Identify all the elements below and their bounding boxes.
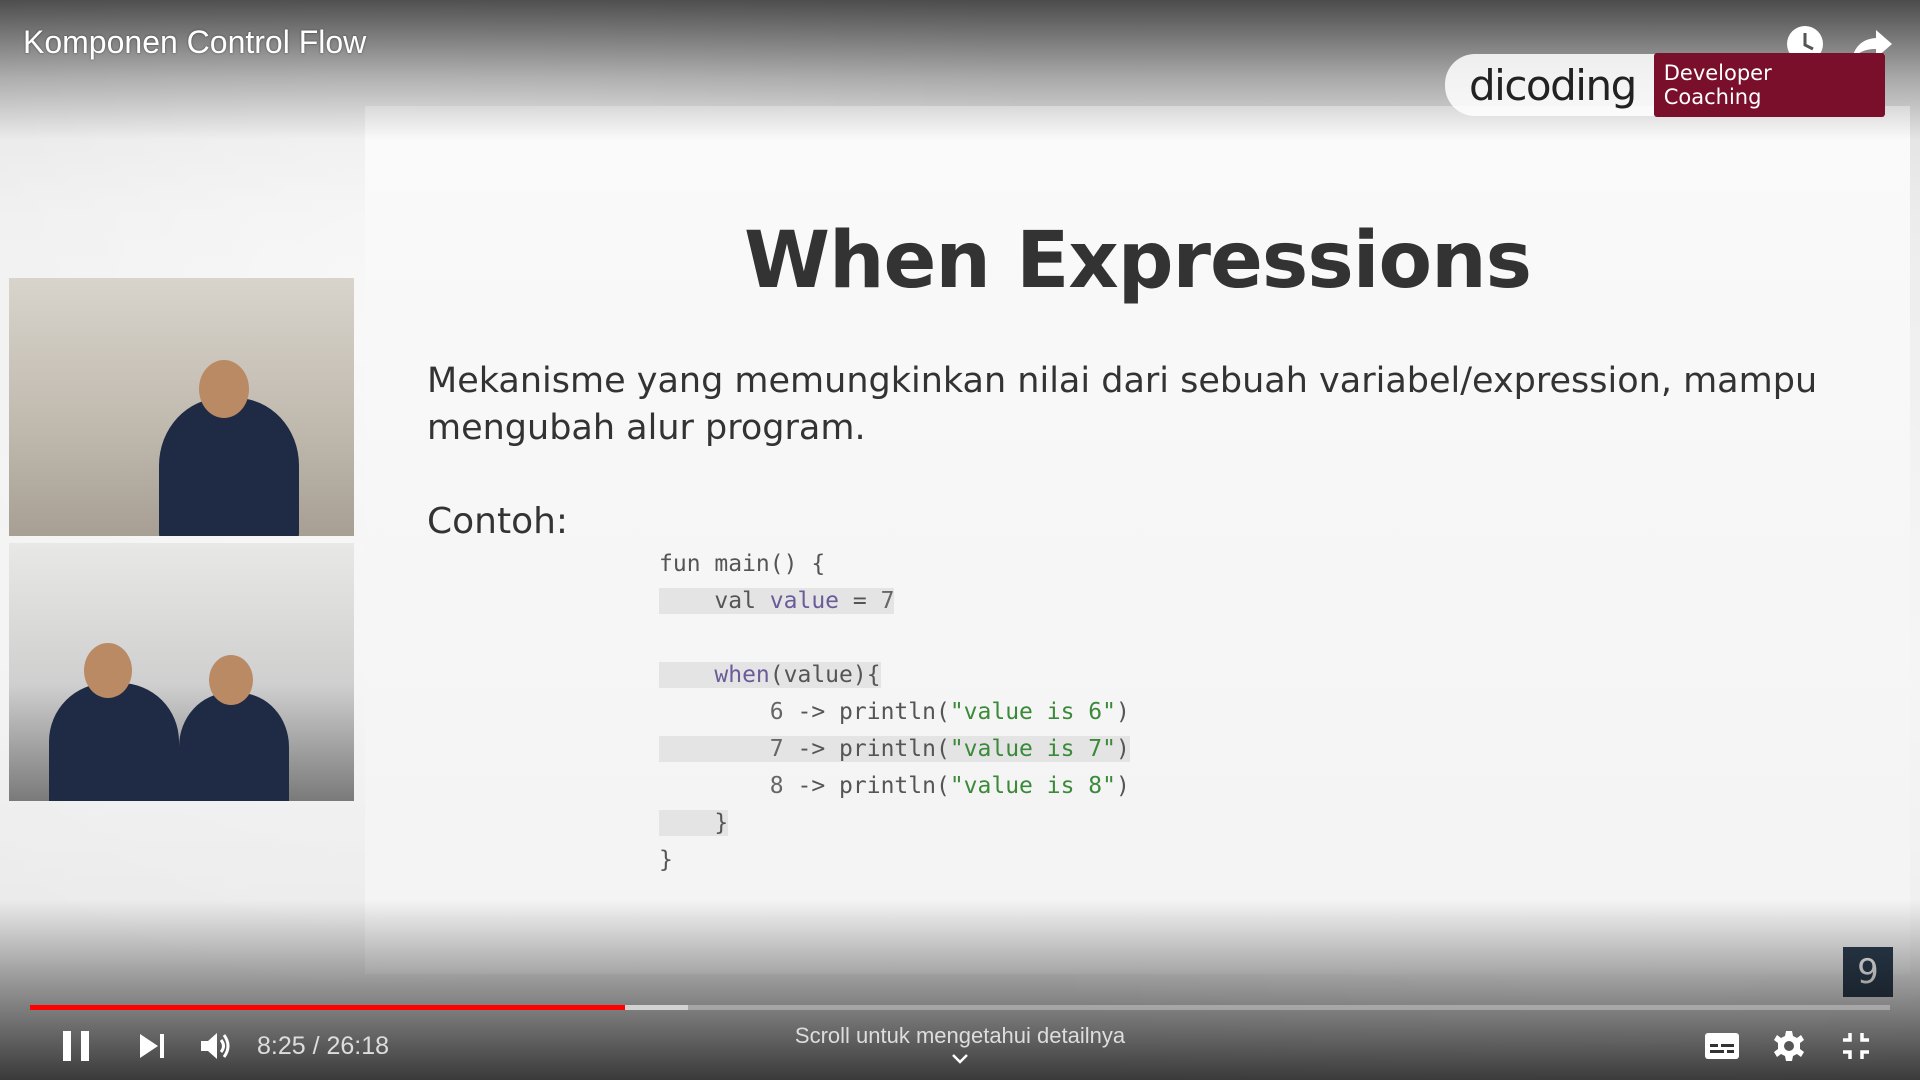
guests-camera-feed — [9, 543, 354, 801]
code-line: 7 -> println("value is 7") — [659, 731, 1130, 768]
slide-description: Mekanisme yang memungkinkan nilai dari s… — [427, 361, 1818, 448]
code-line: } — [659, 847, 673, 873]
code-line: 6 -> println("value is 6") — [769, 699, 1130, 725]
code-line: val value = 7 — [659, 583, 1130, 620]
presentation-slide: When Expressions Mekanisme yang memungki… — [365, 106, 1910, 974]
brand-badge: Developer Coaching — [1653, 53, 1885, 117]
code-block: fun main() { val value = 7 when(value){ … — [659, 546, 1130, 879]
slide-example-label: Contoh: — [427, 501, 569, 542]
brand-watermark: dicoding Developer Coaching — [1445, 53, 1885, 117]
subtitles-button[interactable] — [1700, 1026, 1744, 1066]
code-line: fun main() { — [659, 551, 826, 577]
video-frame[interactable]: When Expressions Mekanisme yang memungki… — [0, 0, 1920, 1080]
guest-head — [209, 655, 253, 705]
guest-head — [84, 643, 132, 698]
guest — [49, 683, 179, 801]
settings-button[interactable] — [1769, 1026, 1809, 1066]
chevron-down-icon[interactable] — [950, 1052, 970, 1071]
progress-played — [30, 1005, 626, 1010]
progress-bar[interactable] — [30, 1005, 1890, 1010]
brand-logo: dicoding — [1469, 60, 1637, 110]
code-line: } — [659, 810, 729, 836]
code-line: when(value){ — [659, 657, 1130, 694]
scroll-hint[interactable]: Scroll untuk mengetahui detailnya — [0, 1023, 1920, 1049]
speaker-head — [199, 360, 249, 418]
video-title[interactable]: Komponen Control Flow — [23, 24, 366, 61]
speaker — [159, 398, 299, 536]
subtitles-icon — [1705, 1033, 1739, 1059]
speaker-camera-feed — [9, 278, 354, 536]
guest — [179, 693, 289, 801]
slide-title: When Expressions — [743, 216, 1532, 306]
exit-fullscreen-icon — [1843, 1033, 1869, 1059]
code-line: 8 -> println("value is 8") — [769, 773, 1130, 799]
exit-fullscreen-button[interactable] — [1836, 1026, 1876, 1066]
gear-icon — [1774, 1031, 1804, 1061]
